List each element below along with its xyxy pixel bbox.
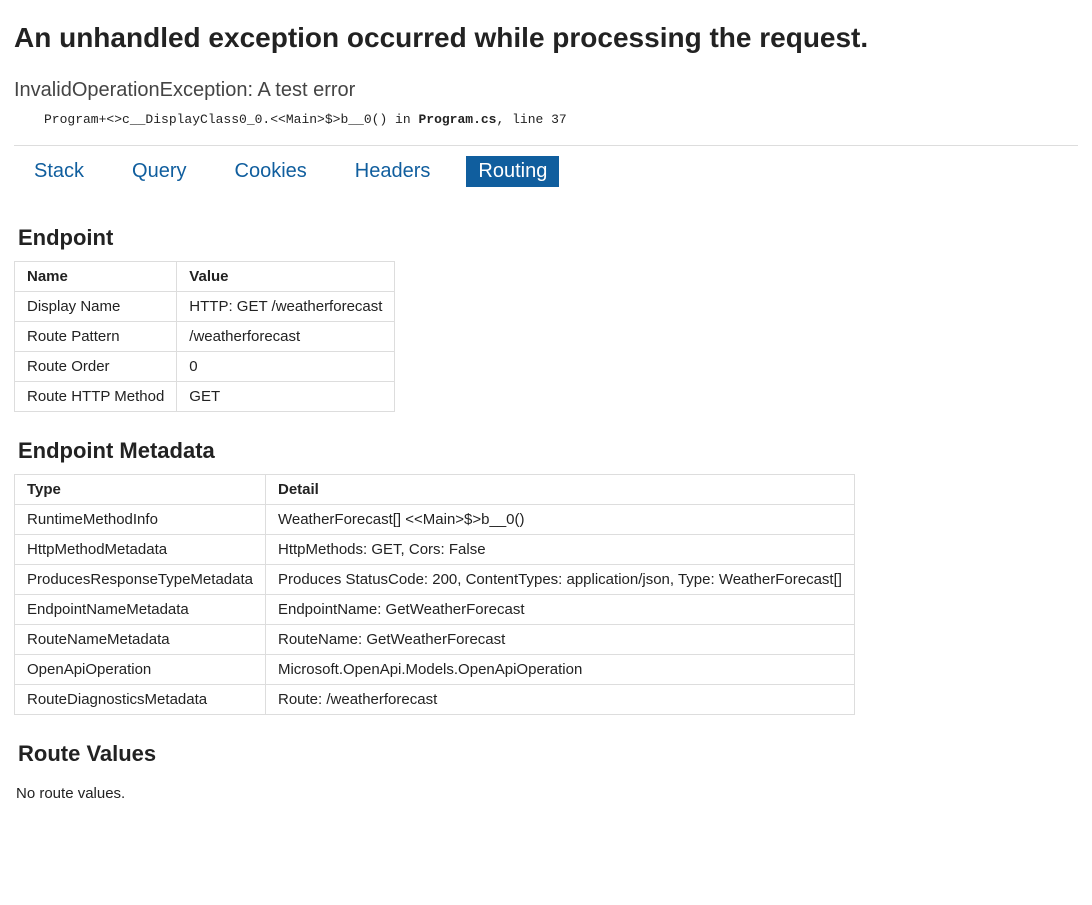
endpoint-header-value: Value [177,262,395,292]
table-row: ProducesResponseTypeMetadata Produces St… [15,565,855,595]
table-row: RouteDiagnosticsMetadata Route: /weather… [15,685,855,715]
tab-stack[interactable]: Stack [22,156,96,187]
metadata-type: RouteNameMetadata [15,625,266,655]
tabs: Stack Query Cookies Headers Routing [14,146,1078,199]
metadata-type: EndpointNameMetadata [15,595,266,625]
table-row: OpenApiOperation Microsoft.OpenApi.Model… [15,655,855,685]
endpoint-heading: Endpoint [18,225,1078,251]
metadata-detail: Produces StatusCode: 200, ContentTypes: … [265,565,854,595]
metadata-table: Type Detail RuntimeMethodInfo WeatherFor… [14,474,855,715]
tab-headers[interactable]: Headers [343,156,443,187]
metadata-type: RouteDiagnosticsMetadata [15,685,266,715]
endpoint-value: /weatherforecast [177,322,395,352]
page-title: An unhandled exception occurred while pr… [14,20,1078,55]
metadata-type: ProducesResponseTypeMetadata [15,565,266,595]
endpoint-name: Route Order [15,352,177,382]
endpoint-header-name: Name [15,262,177,292]
tab-cookies[interactable]: Cookies [223,156,319,187]
metadata-detail: Microsoft.OpenApi.Models.OpenApiOperatio… [265,655,854,685]
tab-routing[interactable]: Routing [466,156,559,187]
metadata-detail: RouteName: GetWeatherForecast [265,625,854,655]
table-row: Route HTTP Method GET [15,382,395,412]
metadata-type: RuntimeMethodInfo [15,505,266,535]
stack-frame: Program+<>c__DisplayClass0_0.<<Main>$>b_… [44,112,1078,127]
stack-frame-suffix: , line 37 [496,112,566,127]
metadata-detail: Route: /weatherforecast [265,685,854,715]
table-row: HttpMethodMetadata HttpMethods: GET, Cor… [15,535,855,565]
table-row: Display Name HTTP: GET /weatherforecast [15,292,395,322]
table-row: Route Order 0 [15,352,395,382]
table-row: Route Pattern /weatherforecast [15,322,395,352]
metadata-header-detail: Detail [265,475,854,505]
endpoint-name: Display Name [15,292,177,322]
table-header-row: Name Value [15,262,395,292]
endpoint-value: 0 [177,352,395,382]
metadata-detail: WeatherForecast[] <<Main>$>b__0() [265,505,854,535]
exception-message: InvalidOperationException: A test error [14,79,1078,102]
metadata-header-type: Type [15,475,266,505]
table-header-row: Type Detail [15,475,855,505]
endpoint-value: GET [177,382,395,412]
stack-frame-prefix: Program+<>c__DisplayClass0_0.<<Main>$>b_… [44,112,418,127]
metadata-heading: Endpoint Metadata [18,438,1078,464]
metadata-detail: EndpointName: GetWeatherForecast [265,595,854,625]
table-row: RuntimeMethodInfo WeatherForecast[] <<Ma… [15,505,855,535]
endpoint-table: Name Value Display Name HTTP: GET /weath… [14,261,395,412]
route-values-heading: Route Values [18,741,1078,767]
tab-query[interactable]: Query [120,156,198,187]
endpoint-value: HTTP: GET /weatherforecast [177,292,395,322]
metadata-type: HttpMethodMetadata [15,535,266,565]
table-row: EndpointNameMetadata EndpointName: GetWe… [15,595,855,625]
metadata-type: OpenApiOperation [15,655,266,685]
no-route-values: No route values. [16,785,1078,802]
endpoint-name: Route HTTP Method [15,382,177,412]
table-row: RouteNameMetadata RouteName: GetWeatherF… [15,625,855,655]
stack-frame-file: Program.cs [418,112,496,127]
endpoint-name: Route Pattern [15,322,177,352]
metadata-detail: HttpMethods: GET, Cors: False [265,535,854,565]
